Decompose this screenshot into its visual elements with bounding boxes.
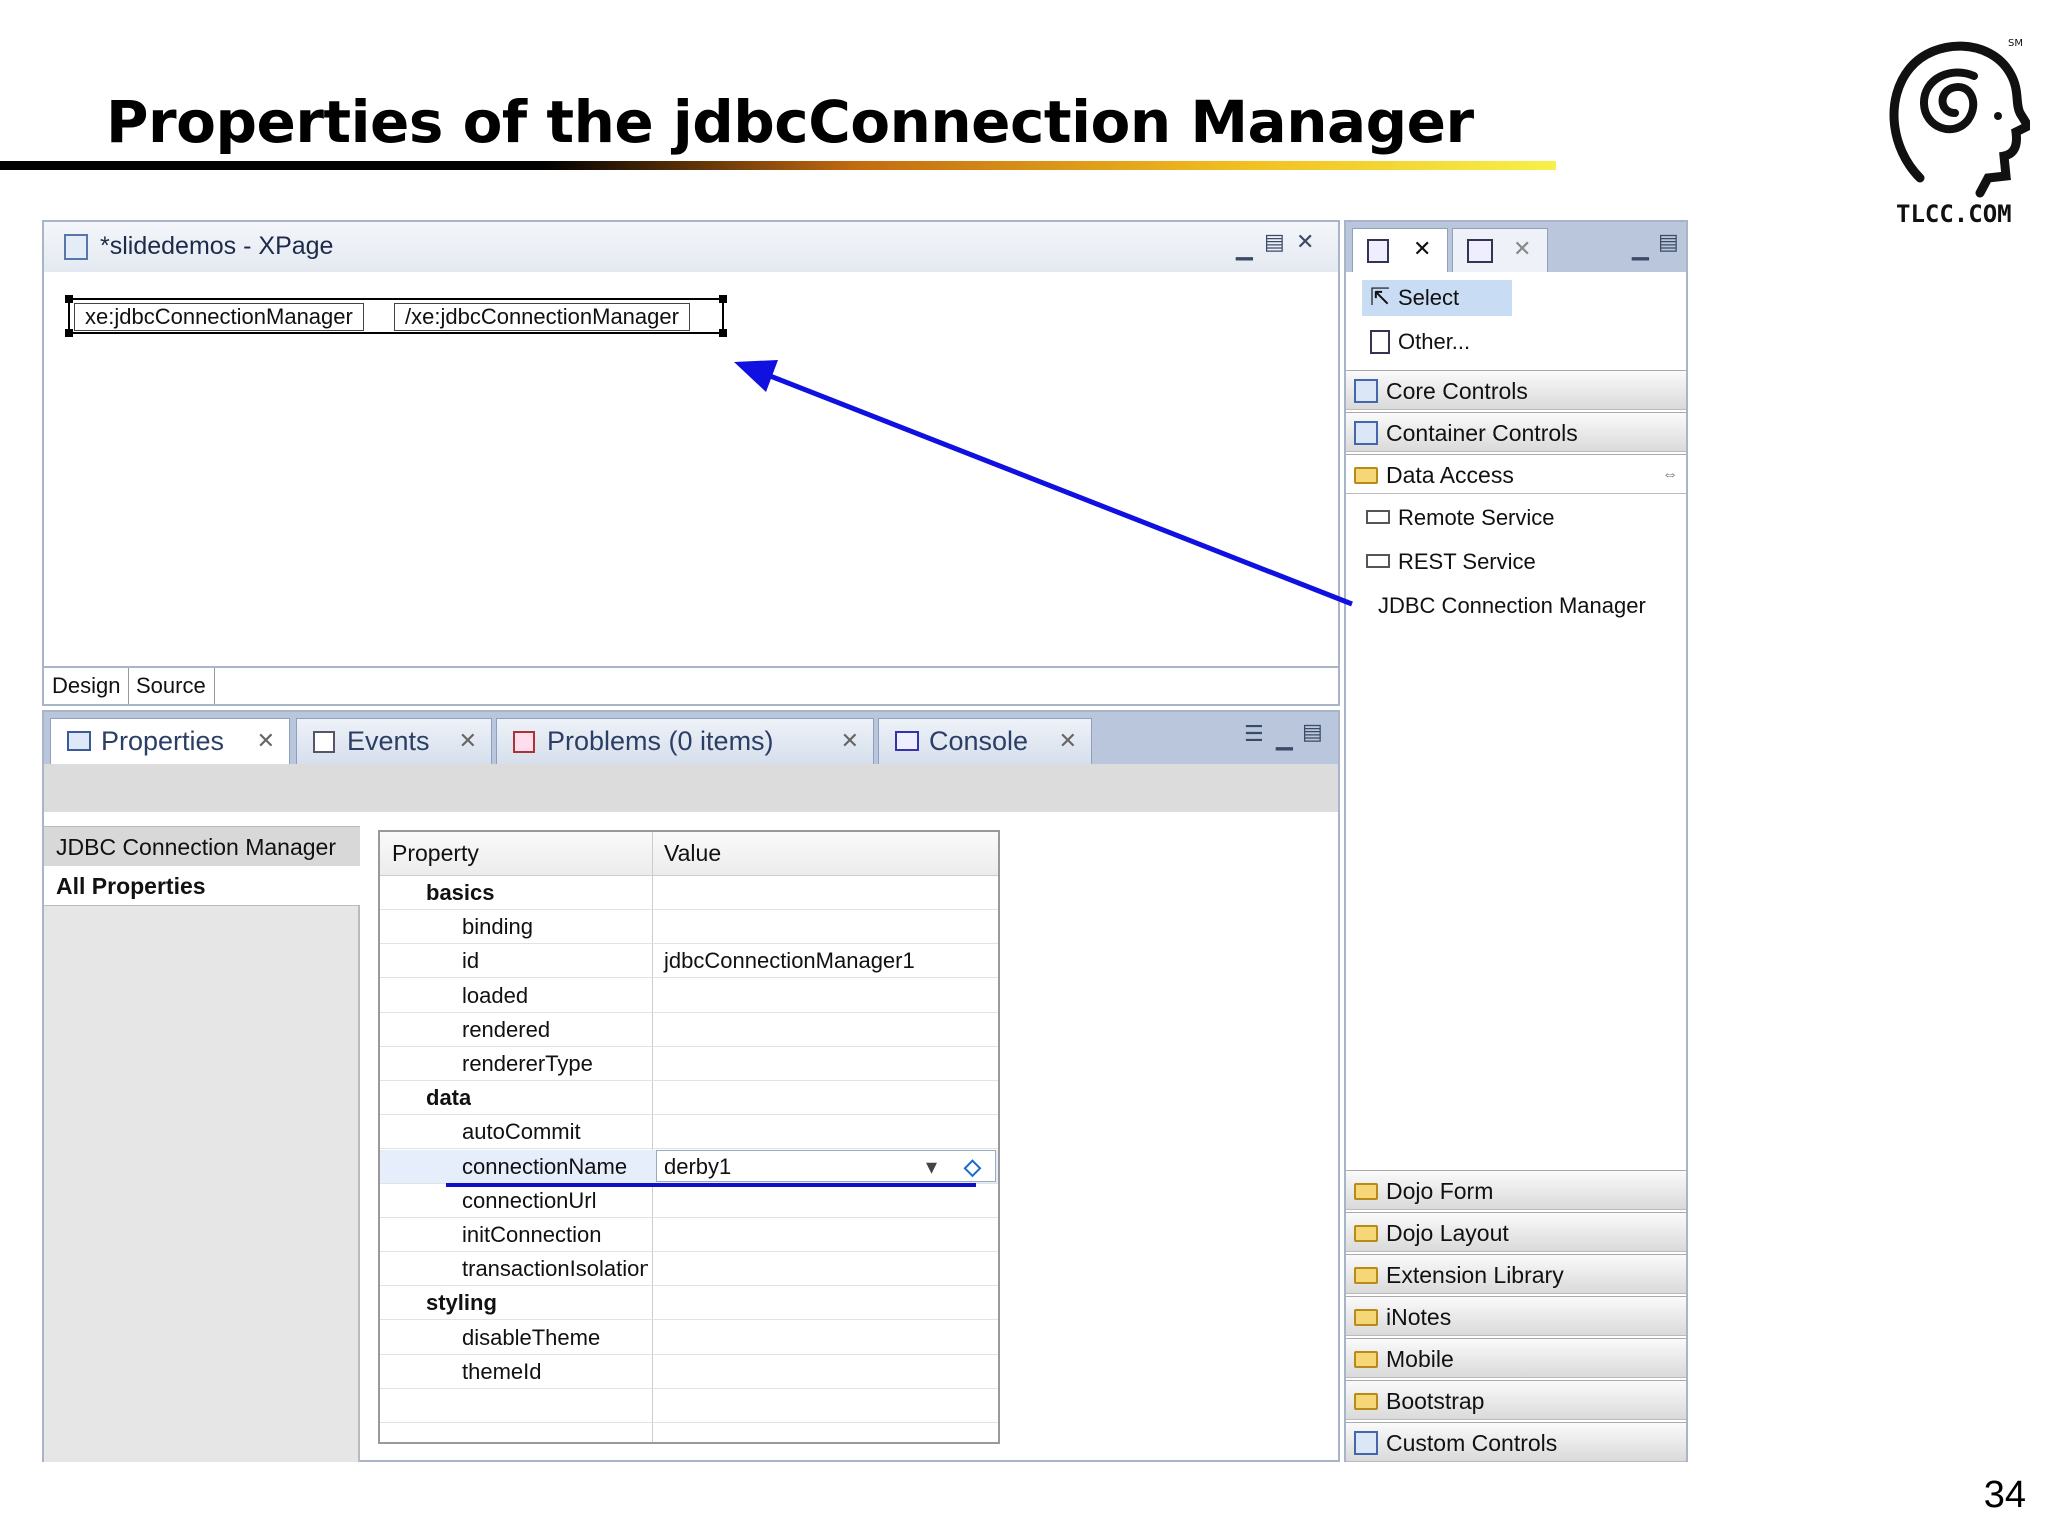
arrow-head-icon (734, 360, 778, 392)
annotation-overlay (446, 360, 1353, 1187)
pointer-arrow (759, 369, 1353, 607)
